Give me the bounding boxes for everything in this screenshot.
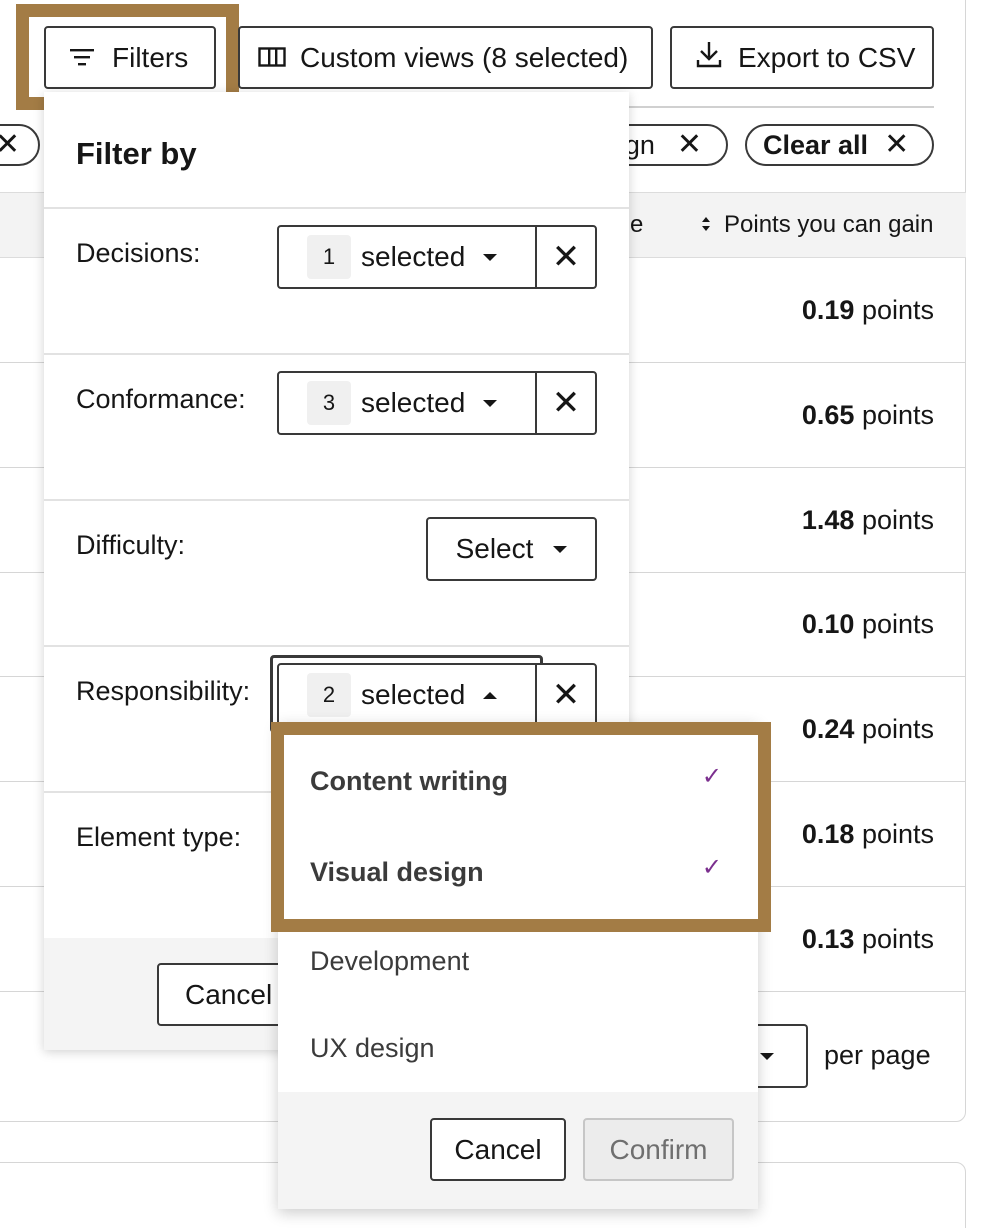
clear-decisions-button[interactable]: ✕ (535, 227, 595, 287)
clear-responsibility-button[interactable]: ✕ (535, 665, 595, 725)
responsibility-select: 2 selected ✕ (277, 663, 597, 727)
chip-close-icon[interactable]: ✕ (677, 130, 702, 160)
sort-icon (700, 211, 712, 239)
option-development[interactable]: Development (310, 946, 758, 977)
decisions-label: Decisions: (76, 238, 201, 268)
chevron-down-icon (553, 545, 568, 553)
points-column-header[interactable]: Points you can gain (700, 211, 933, 239)
table-row-points: 0.24 points (801, 714, 934, 744)
conformance-select: 3 selected ✕ (277, 371, 597, 435)
table-row-points: 0.65 points (801, 400, 934, 430)
panel-divider (44, 207, 629, 209)
chevron-down-icon (483, 399, 498, 407)
points-header-label: Points you can gain (724, 211, 934, 238)
confirm-button[interactable]: Confirm (583, 1118, 734, 1181)
clear-conformance-button[interactable]: ✕ (535, 373, 595, 433)
responsibility-label: Responsibility: (76, 676, 251, 706)
panel-divider (44, 353, 629, 355)
selected-text: selected (361, 241, 466, 272)
difficulty-label: Difficulty: (76, 530, 186, 560)
decisions-select: 1 selected ✕ (277, 225, 597, 289)
chevron-down-icon (483, 253, 498, 261)
decisions-dropdown-button[interactable]: 1 selected (279, 227, 535, 287)
table-row-points: 0.19 points (801, 295, 934, 325)
selected-count-badge: 1 (307, 235, 351, 279)
clear-all-chip[interactable]: Clear all ✕ (745, 124, 934, 166)
dropdown-cancel-button[interactable]: Cancel (430, 1118, 566, 1181)
clear-all-label: Clear all (763, 129, 869, 160)
custom-views-button[interactable]: Custom views (8 selected) (238, 26, 653, 89)
element-type-label: Element type: (76, 822, 242, 852)
selected-count-badge: 2 (307, 673, 351, 717)
filter-chip-partial-left[interactable]: ✕ (0, 124, 40, 166)
panel-divider (44, 645, 629, 647)
confirm-label: Confirm (609, 1133, 708, 1165)
close-icon: ✕ (551, 676, 581, 714)
close-icon: ✕ (551, 238, 581, 276)
chevron-down-icon (760, 1052, 774, 1060)
table-row-points: 0.13 points (801, 924, 934, 954)
selected-text: selected (361, 679, 466, 710)
difficulty-select[interactable]: Select (426, 517, 597, 581)
custom-views-label: Custom views (8 selected) (300, 41, 629, 73)
chevron-up-icon (483, 691, 498, 699)
panel-divider (44, 499, 629, 501)
filter-panel-title: Filter by (76, 136, 197, 171)
selected-count-badge: 3 (307, 381, 351, 425)
table-row-points: 0.10 points (801, 609, 934, 639)
download-icon (696, 40, 722, 75)
per-page-label: per page (824, 1040, 931, 1070)
select-placeholder: Select (455, 533, 534, 564)
close-icon: ✕ (551, 384, 581, 422)
cancel-label: Cancel (454, 1133, 542, 1165)
column-header-partial: e (630, 211, 644, 238)
responsibility-dropdown-button[interactable]: 2 selected (279, 665, 535, 725)
chip-close-icon[interactable]: ✕ (0, 130, 20, 160)
columns-icon (258, 42, 286, 74)
export-csv-button[interactable]: Export to CSV (670, 26, 934, 89)
export-csv-label: Export to CSV (738, 41, 916, 73)
conformance-label: Conformance: (76, 384, 246, 414)
conformance-dropdown-button[interactable]: 3 selected (279, 373, 535, 433)
selected-options-highlight (271, 722, 771, 932)
clear-all-close-icon[interactable]: ✕ (884, 130, 909, 160)
table-row-points: 1.48 points (801, 505, 934, 535)
table-row-points: 0.18 points (801, 819, 934, 849)
option-ux-design[interactable]: UX design (310, 1033, 758, 1064)
selected-text: selected (361, 387, 466, 418)
cancel-label: Cancel (185, 978, 273, 1010)
